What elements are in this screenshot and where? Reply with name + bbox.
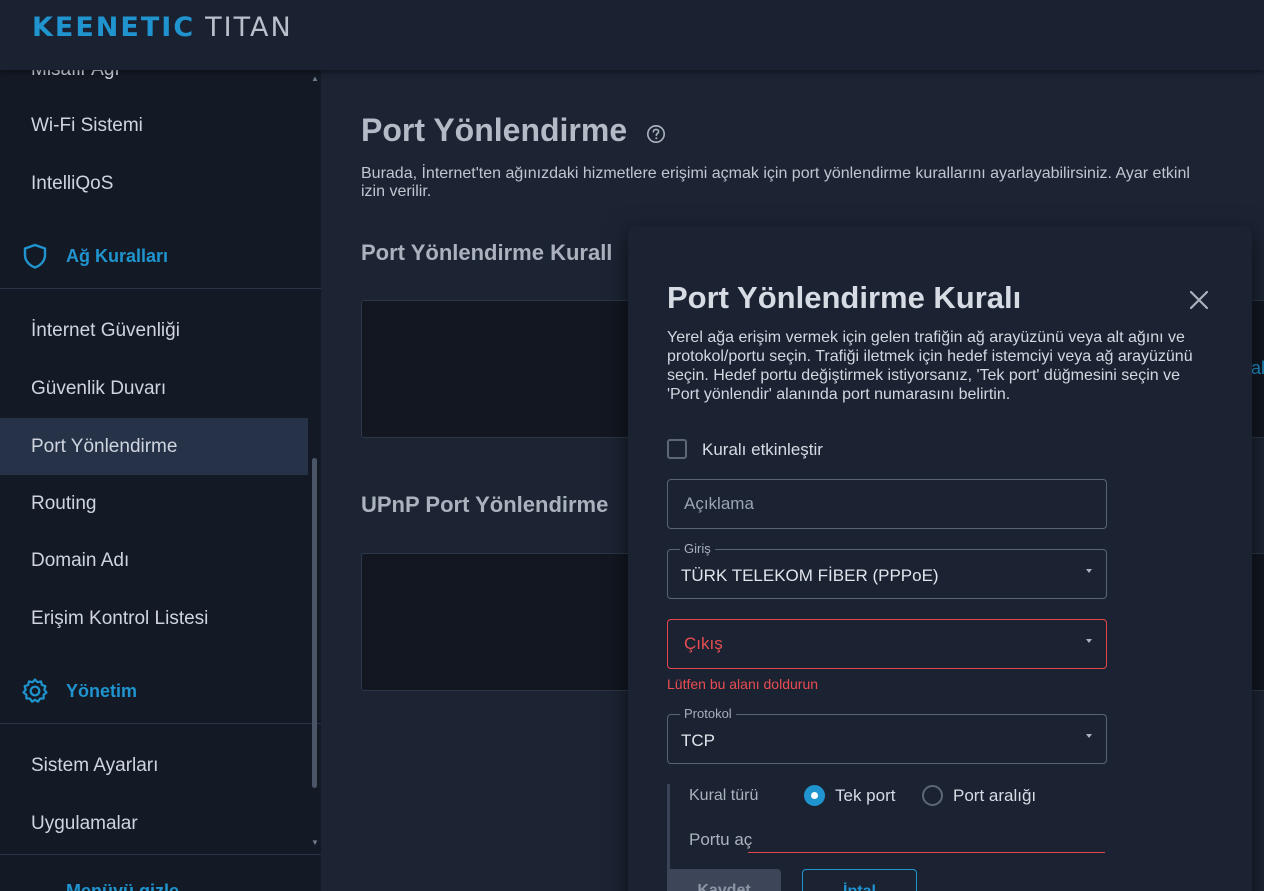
sidebar: Misafir Ağı Wi-Fi Sistemi IntelliQoS Ağ … — [0, 70, 321, 891]
save-button[interactable]: Kaydet — [667, 869, 781, 891]
description-input[interactable] — [668, 480, 1106, 528]
input-interface-select[interactable]: Giriş TÜRK TELEKOM FİBER (PPPoE) — [667, 541, 1107, 599]
page-description-line: izin verilir. — [361, 183, 432, 200]
open-port-input-underline[interactable] — [748, 852, 1105, 853]
gear-icon — [22, 678, 48, 703]
sidebar-item-firewall[interactable]: Güvenlik Duvarı — [0, 360, 308, 417]
shield-icon — [23, 243, 47, 269]
single-port-radio[interactable] — [804, 785, 825, 806]
sidebar-item-internet-security[interactable]: İnternet Güvenliği — [0, 302, 308, 359]
sidebar-section-label: Yönetim — [66, 681, 138, 701]
sidebar-item-system-settings[interactable]: Sistem Ayarları — [0, 737, 308, 794]
logo-brand: KEENETIC — [32, 12, 196, 43]
chevron-down-icon — [1086, 734, 1092, 738]
enable-rule-checkbox[interactable] — [667, 439, 687, 459]
sidebar-divider — [0, 288, 321, 289]
sidebar-section-label: Ağ Kuralları — [66, 246, 169, 266]
output-placeholder: Çıkış — [684, 634, 723, 653]
sidebar-divider — [0, 723, 321, 724]
protocol-legend: Protokol — [680, 706, 736, 721]
rule-type-label: Kural türü — [689, 787, 759, 804]
page-description-line: Burada, İnternet'ten ağınızdaki hizmetle… — [361, 165, 1190, 182]
logo-model: TITAN — [205, 12, 293, 43]
close-icon[interactable] — [1186, 287, 1212, 313]
output-error-message: Lütfen bu alanı doldurun — [667, 676, 819, 692]
scroll-down-arrow-icon[interactable]: ▼ — [311, 839, 319, 847]
sidebar-section-network-rules[interactable]: Ağ Kuralları — [0, 228, 308, 285]
sidebar-item-access-control-list[interactable]: Erişim Kontrol Listesi — [0, 590, 308, 647]
input-interface-legend: Giriş — [680, 541, 715, 556]
rule-type-group-bar — [667, 784, 670, 874]
description-field[interactable] — [667, 479, 1107, 529]
scroll-up-arrow-icon[interactable]: ▲ — [311, 75, 319, 83]
sidebar-divider — [0, 854, 321, 855]
section-title-upnp: UPnP Port Yönlendirme — [361, 492, 609, 517]
single-port-label[interactable]: Tek port — [835, 786, 895, 806]
port-range-radio[interactable] — [922, 785, 943, 806]
help-icon[interactable] — [646, 124, 666, 144]
sidebar-item-guest-network[interactable]: Misafir Ağı — [0, 70, 308, 98]
page-description: Burada, İnternet'ten ağınızdaki hizmetle… — [361, 165, 1264, 201]
sidebar-hide-menu[interactable]: Menüyü gizle — [0, 863, 308, 891]
sidebar-scrollbar[interactable] — [312, 458, 317, 788]
sidebar-item-routing[interactable]: Routing — [0, 475, 308, 532]
port-range-label[interactable]: Port aralığı — [953, 786, 1036, 806]
sidebar-section-management[interactable]: Yönetim — [0, 663, 308, 720]
cancel-button[interactable]: İptal — [802, 869, 917, 891]
chevron-down-icon — [1086, 639, 1092, 643]
sidebar-item-port-forwarding[interactable]: Port Yönlendirme — [0, 418, 308, 475]
top-header: KEENETIC TITAN — [0, 0, 1264, 70]
sidebar-item-wifi-system[interactable]: Wi-Fi Sistemi — [0, 97, 308, 154]
sidebar-item-intelliqos[interactable]: IntelliQoS — [0, 155, 308, 212]
protocol-value: TCP — [681, 731, 715, 750]
sidebar-item-applications[interactable]: Uygulamalar — [0, 795, 308, 852]
page-title: Port Yönlendirme — [361, 112, 628, 148]
protocol-select[interactable]: Protokol TCP — [667, 706, 1107, 764]
keenetic-logo[interactable]: KEENETIC TITAN — [32, 12, 293, 43]
dialog-title: Port Yönlendirme Kuralı — [667, 280, 1022, 315]
sidebar-item-domain-name[interactable]: Domain Adı — [0, 532, 308, 589]
port-forwarding-rule-dialog: Port Yönlendirme Kuralı Yerel ağa erişim… — [628, 226, 1252, 891]
section-title-port-forwarding-rules: Port Yönlendirme Kurall — [361, 240, 613, 265]
dialog-description: Yerel ağa erişim vermek için gelen trafi… — [667, 329, 1193, 403]
chevron-down-icon — [1086, 569, 1092, 573]
input-interface-value: TÜRK TELEKOM FİBER (PPPoE) — [681, 566, 939, 585]
output-select[interactable]: Çıkış — [667, 619, 1107, 669]
add-rule-link[interactable]: al — [1251, 358, 1264, 379]
open-port-label[interactable]: Portu aç — [689, 830, 752, 850]
enable-rule-label: Kuralı etkinleştir — [702, 440, 823, 459]
